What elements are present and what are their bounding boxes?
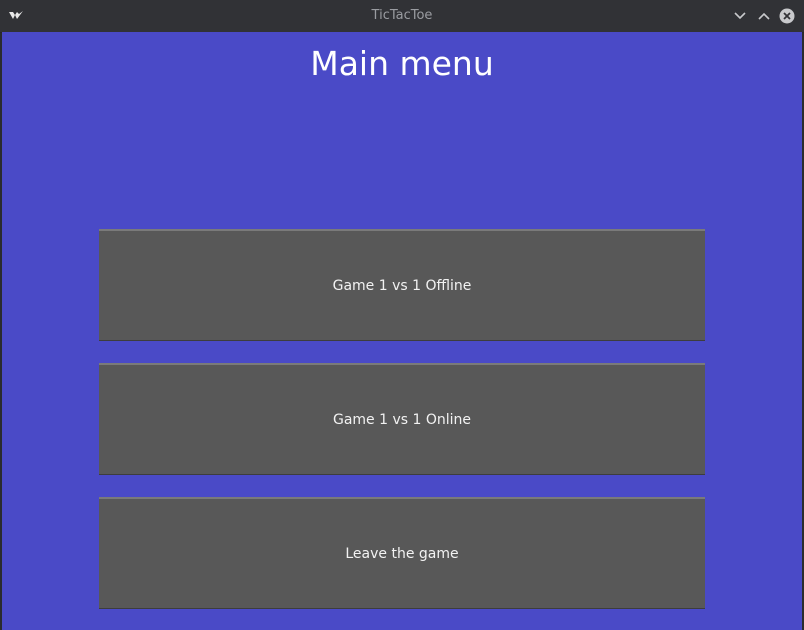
- leave-game-button[interactable]: Leave the game: [99, 497, 705, 609]
- title-bar[interactable]: TicTacToe: [0, 0, 804, 33]
- app-window: TicTacToe Main menu Game 1 vs 1 Offline …: [0, 0, 804, 630]
- page-title: Main menu: [310, 44, 494, 83]
- offline-game-button[interactable]: Game 1 vs 1 Offline: [99, 229, 705, 341]
- window-title: TicTacToe: [371, 8, 433, 23]
- close-icon[interactable]: [779, 8, 795, 24]
- chevron-down-icon[interactable]: [732, 8, 748, 24]
- chevron-up-icon[interactable]: [756, 8, 772, 24]
- main-menu-screen: Main menu Game 1 vs 1 Offline Game 1 vs …: [2, 32, 802, 630]
- online-game-button[interactable]: Game 1 vs 1 Online: [99, 363, 705, 475]
